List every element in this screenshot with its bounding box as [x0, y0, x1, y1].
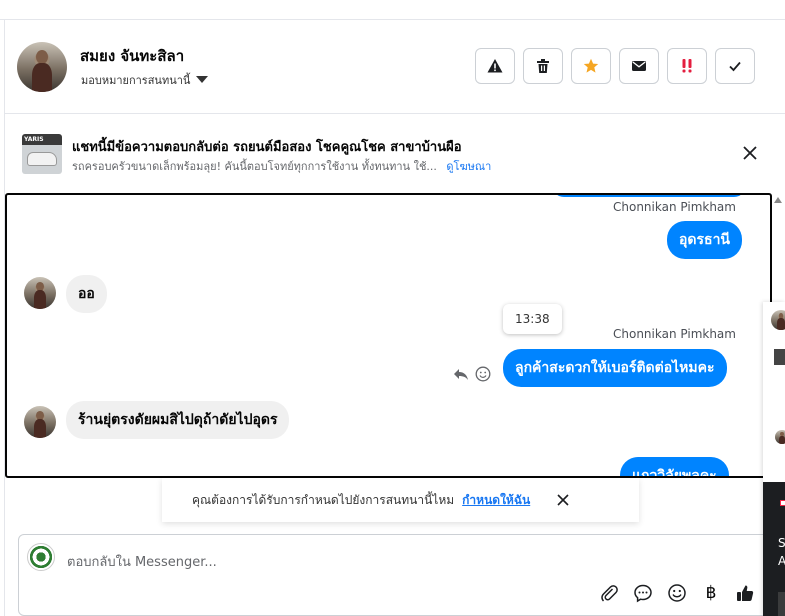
- baht-icon[interactable]: ฿: [701, 583, 721, 603]
- sender-name: Chonnikan Pimkham: [613, 200, 736, 214]
- message-actions: [453, 366, 491, 382]
- assign-prompt-toast: คุณต้องการได้รับการกำหนดไปยังการสนทนานี้…: [162, 478, 639, 522]
- composer-tools: ฿: [599, 583, 755, 603]
- envelope-icon: [632, 61, 646, 71]
- message-bubble-outgoing[interactable]: อุดรธานี: [667, 221, 742, 259]
- delete-button[interactable]: [523, 48, 563, 84]
- panel-text-line: A: [778, 554, 785, 568]
- chat-bubble-icon[interactable]: [633, 583, 653, 603]
- window-icon: [780, 500, 785, 506]
- ad-thumbnail[interactable]: YARIS: [22, 134, 62, 174]
- assign-to-me-link[interactable]: กำหนดให้ฉัน: [462, 491, 530, 510]
- ad-thumbnail-label: YARIS: [24, 136, 44, 143]
- panel-text-line: S: [778, 536, 785, 550]
- panel-text: S A: [778, 534, 785, 570]
- caret-down-icon: [196, 75, 209, 83]
- trash-icon: [537, 59, 549, 73]
- ad-description-text: รถครอบครัวขนาดเล็กพร้อมลุย! คันนี้ตอบโจท…: [72, 160, 437, 173]
- reply-composer: ตอบกลับใน Messenger... ฿: [18, 534, 778, 616]
- sender-name: Chonnikan Pimkham: [613, 327, 736, 341]
- message-thread[interactable]: Chonnikan Pimkham อุดรธานี ออ 13:38 Chon…: [5, 193, 772, 478]
- messenger-inbox: สมยง จันทะสิลา มอบหมายการสนทนานี้ YARIS …: [0, 0, 785, 616]
- contact-avatar-small: [24, 277, 56, 309]
- mark-unread-button[interactable]: [619, 48, 659, 84]
- assign-label: มอบหมายการสนทนานี้: [81, 74, 191, 87]
- smiley-icon[interactable]: [667, 583, 687, 603]
- mark-done-button[interactable]: [715, 48, 755, 84]
- avatar[interactable]: [771, 310, 785, 330]
- warning-icon: [487, 59, 503, 73]
- reply-input[interactable]: ตอบกลับใน Messenger...: [67, 551, 217, 572]
- page-avatar: [27, 543, 55, 571]
- smiley-icon[interactable]: [475, 366, 491, 382]
- message-bubble-incoming[interactable]: ออ: [66, 275, 107, 313]
- thumbs-up-icon[interactable]: [735, 583, 755, 603]
- message-bubble-outgoing[interactable]: ลูกค้าสะดวกให้เบอร์ติดต่อไหมคะ: [503, 349, 727, 387]
- ad-title: แชทนี้มีข้อความตอบกลับต่อ รถยนต์มือสอง โ…: [72, 140, 462, 155]
- reply-icon[interactable]: [453, 366, 469, 382]
- conversation-header: สมยง จันทะสิลา มอบหมายการสนทนานี้: [5, 20, 785, 114]
- thumbnail[interactable]: [774, 349, 785, 365]
- panel-button[interactable]: [778, 592, 785, 616]
- side-panel-edge[interactable]: S A: [763, 302, 785, 616]
- contact-avatar[interactable]: [17, 42, 67, 92]
- view-ad-link[interactable]: ดูโฆษณา: [446, 160, 491, 173]
- scroll-up-arrow-icon[interactable]: [774, 197, 782, 203]
- message-bubble-partial: [552, 195, 746, 197]
- assign-prompt-text: คุณต้องการได้รับการกำหนดไปยังการสนทนานี้…: [192, 492, 455, 507]
- double-exclamation-icon: [682, 59, 692, 73]
- header-actions: [475, 48, 755, 84]
- follow-up-button[interactable]: [667, 48, 707, 84]
- close-icon[interactable]: [556, 493, 570, 507]
- ad-description: รถครอบครัวขนาดเล็กพร้อมลุย! คันนี้ตอบโจท…: [72, 157, 491, 175]
- top-strip: [0, 0, 785, 20]
- report-button[interactable]: [475, 48, 515, 84]
- star-button[interactable]: [571, 48, 611, 84]
- message-bubble-incoming[interactable]: ร้านยุ่ตรงดัยผมสิไปดุถ้าดัยไปอุดร: [66, 401, 290, 439]
- timestamp-tooltip: 13:38: [503, 304, 562, 334]
- close-icon[interactable]: [741, 144, 759, 162]
- check-icon: [729, 61, 741, 72]
- ad-context-banner: YARIS แชทนี้มีข้อความตอบกลับต่อ รถยนต์มื…: [5, 114, 785, 192]
- assign-dropdown[interactable]: มอบหมายการสนทนานี้: [81, 71, 209, 89]
- avatar[interactable]: [775, 430, 785, 444]
- message-bubble-outgoing[interactable]: แถววิลัยพลคะ: [620, 457, 729, 476]
- paperclip-icon[interactable]: [599, 583, 619, 603]
- contact-name[interactable]: สมยง จันทะสิลา: [80, 44, 184, 68]
- contact-avatar-small: [24, 406, 56, 438]
- star-icon: [583, 58, 599, 73]
